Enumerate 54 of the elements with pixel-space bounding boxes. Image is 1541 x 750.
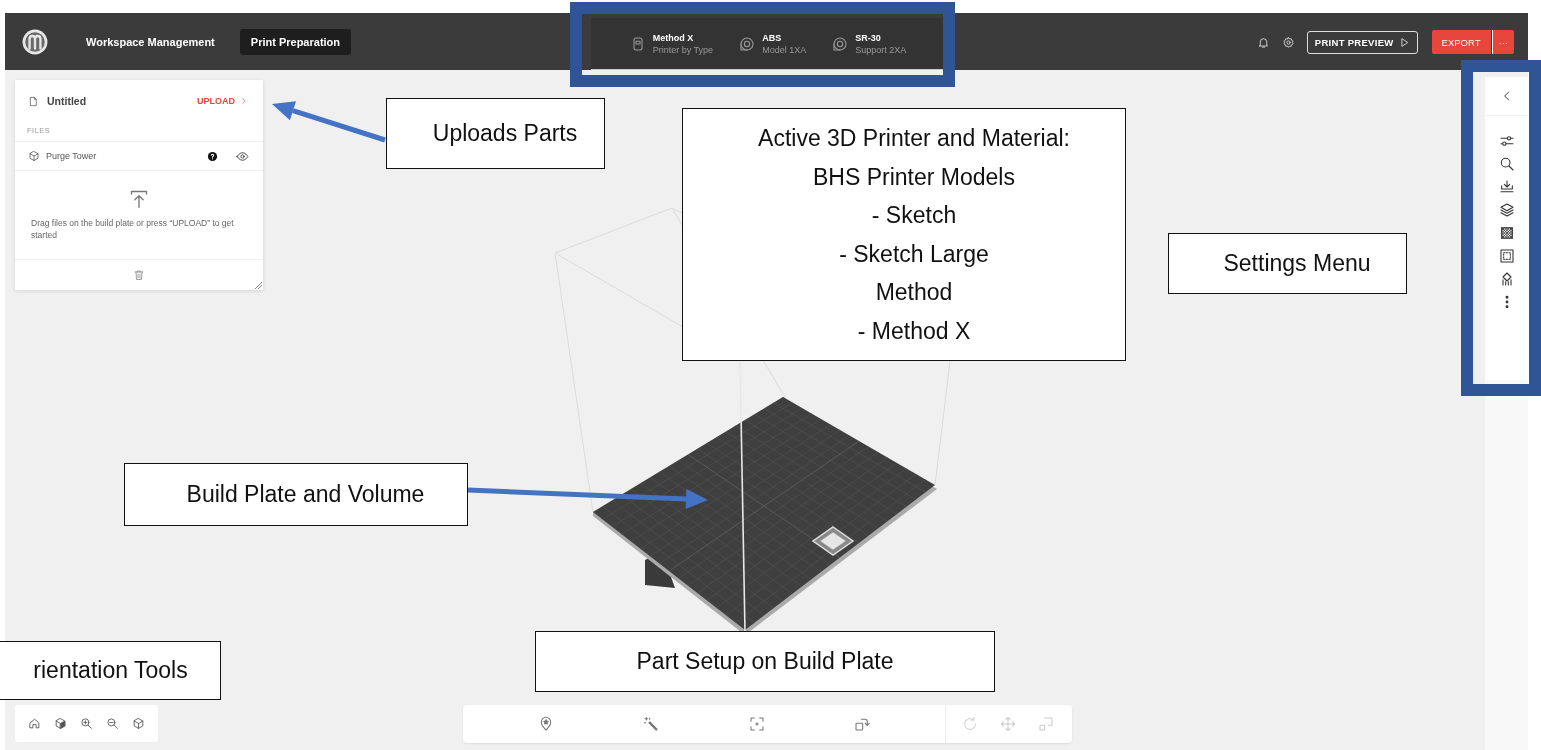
more-button[interactable]: ···	[1491, 30, 1514, 54]
zoom-in-icon[interactable]	[79, 717, 93, 730]
spool-icon[interactable]	[739, 35, 756, 52]
spool-icon[interactable]	[832, 35, 849, 52]
bell-icon[interactable]	[1256, 35, 1270, 49]
settings-icon[interactable]	[1281, 35, 1295, 49]
callout-line: Active 3D Printer and Material:	[758, 124, 1070, 153]
export-button[interactable]: EXPORT	[1431, 30, 1491, 54]
file-row[interactable]: Purge Tower	[15, 141, 263, 171]
callout-line: BHS Printer Models	[813, 162, 1015, 192]
resize-grip-icon[interactable]	[255, 282, 262, 289]
print-preview-button[interactable]: PRINT PREVIEW	[1306, 30, 1418, 54]
help-icon[interactable]	[207, 150, 218, 162]
cube-icon[interactable]	[132, 717, 146, 730]
chevron-right-icon	[239, 96, 249, 106]
nav-tab[interactable]: Workspace Management	[75, 29, 226, 55]
dashed-square-icon[interactable]	[1498, 248, 1515, 264]
file-icon	[28, 95, 39, 107]
upload-hint: Drag files on the build plate or press “UPLOAD” to get started	[30, 217, 235, 241]
focus-icon[interactable]	[748, 716, 765, 732]
machine-subtitle: Printer by Type	[652, 44, 714, 55]
callout-label: Settings Menu	[1168, 233, 1407, 294]
file-name: Purge Tower	[46, 151, 98, 161]
wand-icon[interactable]	[643, 716, 660, 732]
rotate-square-icon[interactable]	[854, 716, 871, 732]
trash-icon[interactable]	[133, 269, 145, 281]
callout-line: Method	[875, 278, 953, 308]
sliders-icon[interactable]	[1498, 133, 1515, 149]
upload-button[interactable]: UPLOAD	[197, 96, 249, 106]
cube-icon	[28, 150, 40, 162]
callout-label: Part Setup on Build Plate	[535, 631, 995, 692]
solid-cube-icon[interactable]	[53, 717, 67, 730]
callout-line: - Method X	[857, 316, 971, 346]
layers-icon[interactable]	[1498, 202, 1515, 218]
eye-icon[interactable]	[236, 149, 249, 163]
machine-subtitle: Model 1XA	[762, 44, 807, 55]
zoom-out-icon[interactable]	[106, 717, 120, 730]
callout-label: rientation Tools	[0, 641, 221, 700]
checker-icon[interactable]	[1498, 225, 1515, 241]
callout-line: - Sketch	[871, 201, 957, 231]
search-icon[interactable]	[1498, 156, 1515, 172]
logo-icon[interactable]	[22, 29, 48, 55]
callout-label: Build Plate and Volume	[124, 463, 468, 526]
upload-icon	[129, 189, 149, 209]
callout-line: - Sketch Large	[839, 239, 989, 269]
machine-title: SR-30	[855, 32, 882, 43]
home-icon[interactable]	[27, 717, 41, 730]
project-title: Untitled	[47, 95, 88, 107]
tray-download-icon[interactable]	[1498, 179, 1515, 195]
machine-title: Method X	[652, 32, 695, 43]
callout-label: Uploads Parts	[386, 98, 605, 169]
nav-tab[interactable]: Print Preparation	[239, 29, 352, 55]
machine-title: ABS	[762, 32, 783, 43]
machine-subtitle: Support 2XA	[855, 44, 907, 55]
